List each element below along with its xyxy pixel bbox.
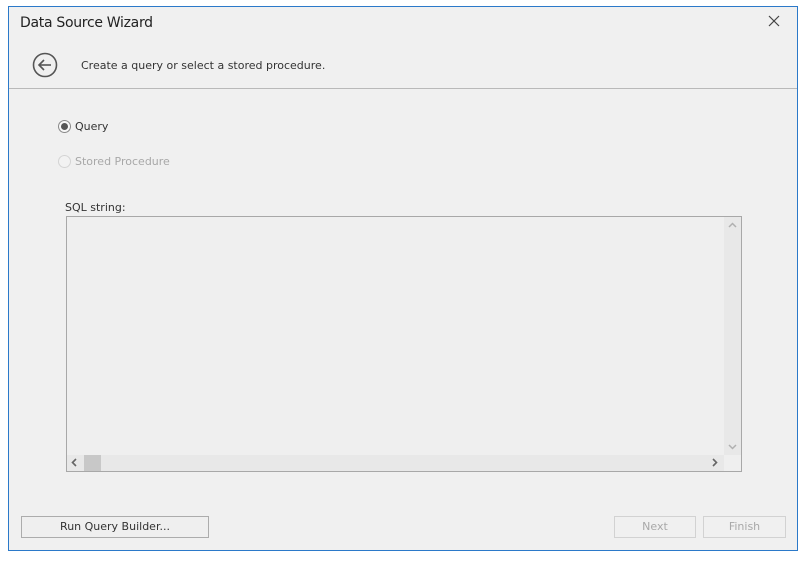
wizard-subtitle: Create a query or select a stored proced… xyxy=(81,59,326,72)
horizontal-scroll-thumb[interactable] xyxy=(84,455,101,471)
scrollbar-corner xyxy=(724,455,741,471)
window-title: Data Source Wizard xyxy=(20,15,153,31)
query-radio-option[interactable]: Query xyxy=(58,120,108,133)
close-button[interactable] xyxy=(765,12,783,30)
run-query-builder-button[interactable]: Run Query Builder... xyxy=(21,516,209,538)
query-radio[interactable] xyxy=(58,120,71,133)
stored-procedure-radio-label: Stored Procedure xyxy=(75,155,170,168)
close-icon xyxy=(768,15,780,27)
sql-string-editor xyxy=(66,216,742,472)
vertical-scrollbar[interactable] xyxy=(724,217,741,455)
back-button[interactable] xyxy=(32,52,58,78)
stored-procedure-radio-option: Stored Procedure xyxy=(58,155,170,168)
finish-button: Finish xyxy=(703,516,786,538)
sql-string-input[interactable] xyxy=(67,217,724,455)
sql-string-label: SQL string: xyxy=(65,201,126,214)
header-divider xyxy=(9,88,797,89)
chevron-left-icon[interactable] xyxy=(71,458,77,470)
data-source-wizard-window: Data Source Wizard Create a query or sel… xyxy=(8,6,798,551)
chevron-up-icon[interactable] xyxy=(728,221,737,231)
chevron-down-icon[interactable] xyxy=(728,443,737,453)
arrow-left-circle-icon xyxy=(32,52,58,78)
next-button: Next xyxy=(614,516,696,538)
query-radio-label: Query xyxy=(75,120,109,133)
horizontal-scrollbar[interactable] xyxy=(67,455,724,471)
chevron-right-icon[interactable] xyxy=(712,458,718,470)
stored-procedure-radio xyxy=(58,155,71,168)
